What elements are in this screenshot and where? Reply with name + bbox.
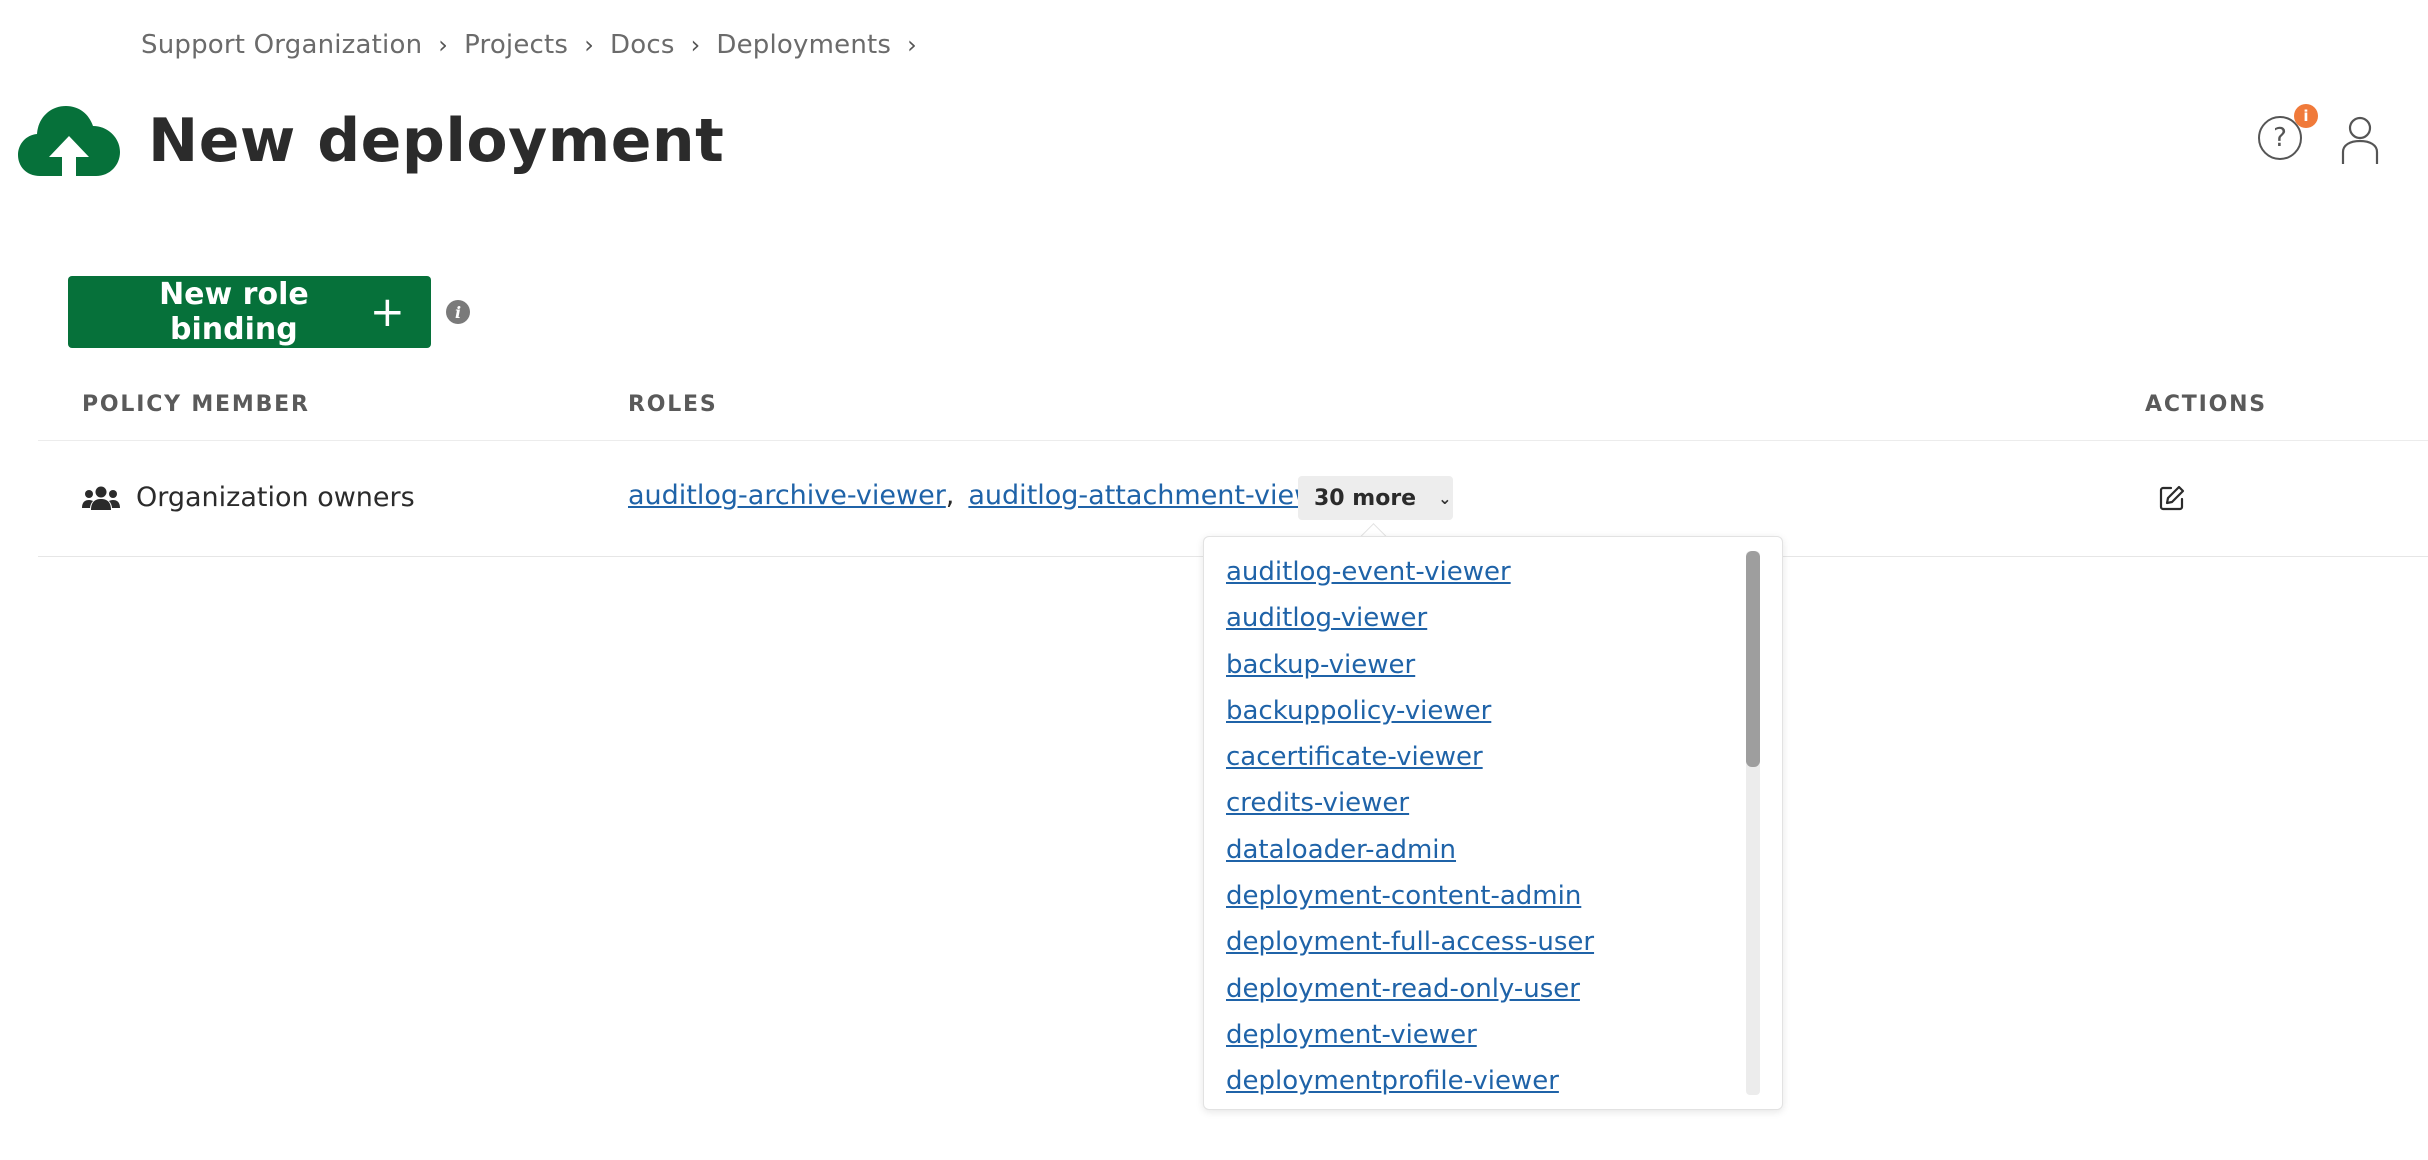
new-role-binding-label: New role binding <box>159 277 309 347</box>
breadcrumb-item-projects[interactable]: Projects <box>464 30 568 60</box>
page: Support Organization › Projects › Docs ›… <box>0 0 2428 1160</box>
list-item[interactable]: backup-viewer <box>1226 642 1594 688</box>
column-header-actions: ACTIONS <box>2145 392 2267 417</box>
table-row-member: Organization owners <box>82 482 415 513</box>
info-icon[interactable]: i <box>446 300 470 324</box>
more-roles-popover: auditlog-event-viewer auditlog-viewer ba… <box>1203 536 1783 1110</box>
role-link[interactable]: auditlog-attachment-viewer <box>968 480 1344 511</box>
list-item[interactable]: deploymentprofile-viewer <box>1226 1058 1594 1104</box>
more-roles-button[interactable]: 30 more ⌄ <box>1298 476 1453 520</box>
chevron-down-icon: ⌄ <box>1438 488 1452 508</box>
list-item[interactable]: auditlog-viewer <box>1226 595 1594 641</box>
member-name: Organization owners <box>136 482 415 513</box>
breadcrumb-item-deployments[interactable]: Deployments <box>716 30 891 60</box>
list-item[interactable]: backuppolicy-viewer <box>1226 688 1594 734</box>
page-title: New deployment <box>148 106 725 176</box>
page-header: New deployment <box>18 100 724 182</box>
breadcrumb-item-organization[interactable]: Support Organization <box>141 30 422 60</box>
group-icon <box>82 486 120 510</box>
list-item[interactable]: deployment-read-only-user <box>1226 966 1594 1012</box>
column-header-policy-member: POLICY MEMBER <box>82 392 310 417</box>
scrollbar-track[interactable] <box>1746 551 1760 1095</box>
list-item[interactable]: cacertificate-viewer <box>1226 734 1594 780</box>
breadcrumb-separator: › <box>584 31 594 59</box>
list-item[interactable]: dataloader-admin <box>1226 827 1594 873</box>
role-separator: , <box>945 480 955 511</box>
list-item[interactable]: deployment-full-access-user <box>1226 919 1594 965</box>
edit-icon[interactable] <box>2158 484 2186 512</box>
breadcrumb-item-docs[interactable]: Docs <box>610 30 675 60</box>
breadcrumb-separator: › <box>690 31 701 59</box>
table-row-roles: auditlog-archive-viewer, auditlog-attach… <box>628 480 1344 511</box>
breadcrumb-separator: › <box>907 31 917 59</box>
scrollbar-thumb[interactable] <box>1746 551 1760 767</box>
new-role-binding-button[interactable]: New role binding + <box>68 276 431 348</box>
list-item[interactable]: credits-viewer <box>1226 780 1594 826</box>
more-roles-label: 30 more <box>1314 485 1417 511</box>
list-item[interactable]: auditlog-event-viewer <box>1226 549 1594 595</box>
table-divider <box>38 440 2428 441</box>
plus-icon: + <box>369 287 405 336</box>
role-link[interactable]: auditlog-archive-viewer <box>628 480 946 511</box>
notification-badge: i <box>2294 104 2318 128</box>
user-account-icon[interactable] <box>2340 114 2380 166</box>
list-item[interactable]: deployment-content-admin <box>1226 873 1594 919</box>
breadcrumb-separator: › <box>438 31 449 59</box>
list-item[interactable]: deployment-viewer <box>1226 1012 1594 1058</box>
cloud-upload-icon <box>18 106 120 182</box>
column-header-roles: ROLES <box>628 392 718 417</box>
breadcrumb: Support Organization › Projects › Docs ›… <box>141 30 933 60</box>
more-roles-list: auditlog-event-viewer auditlog-viewer ba… <box>1226 549 1594 1105</box>
